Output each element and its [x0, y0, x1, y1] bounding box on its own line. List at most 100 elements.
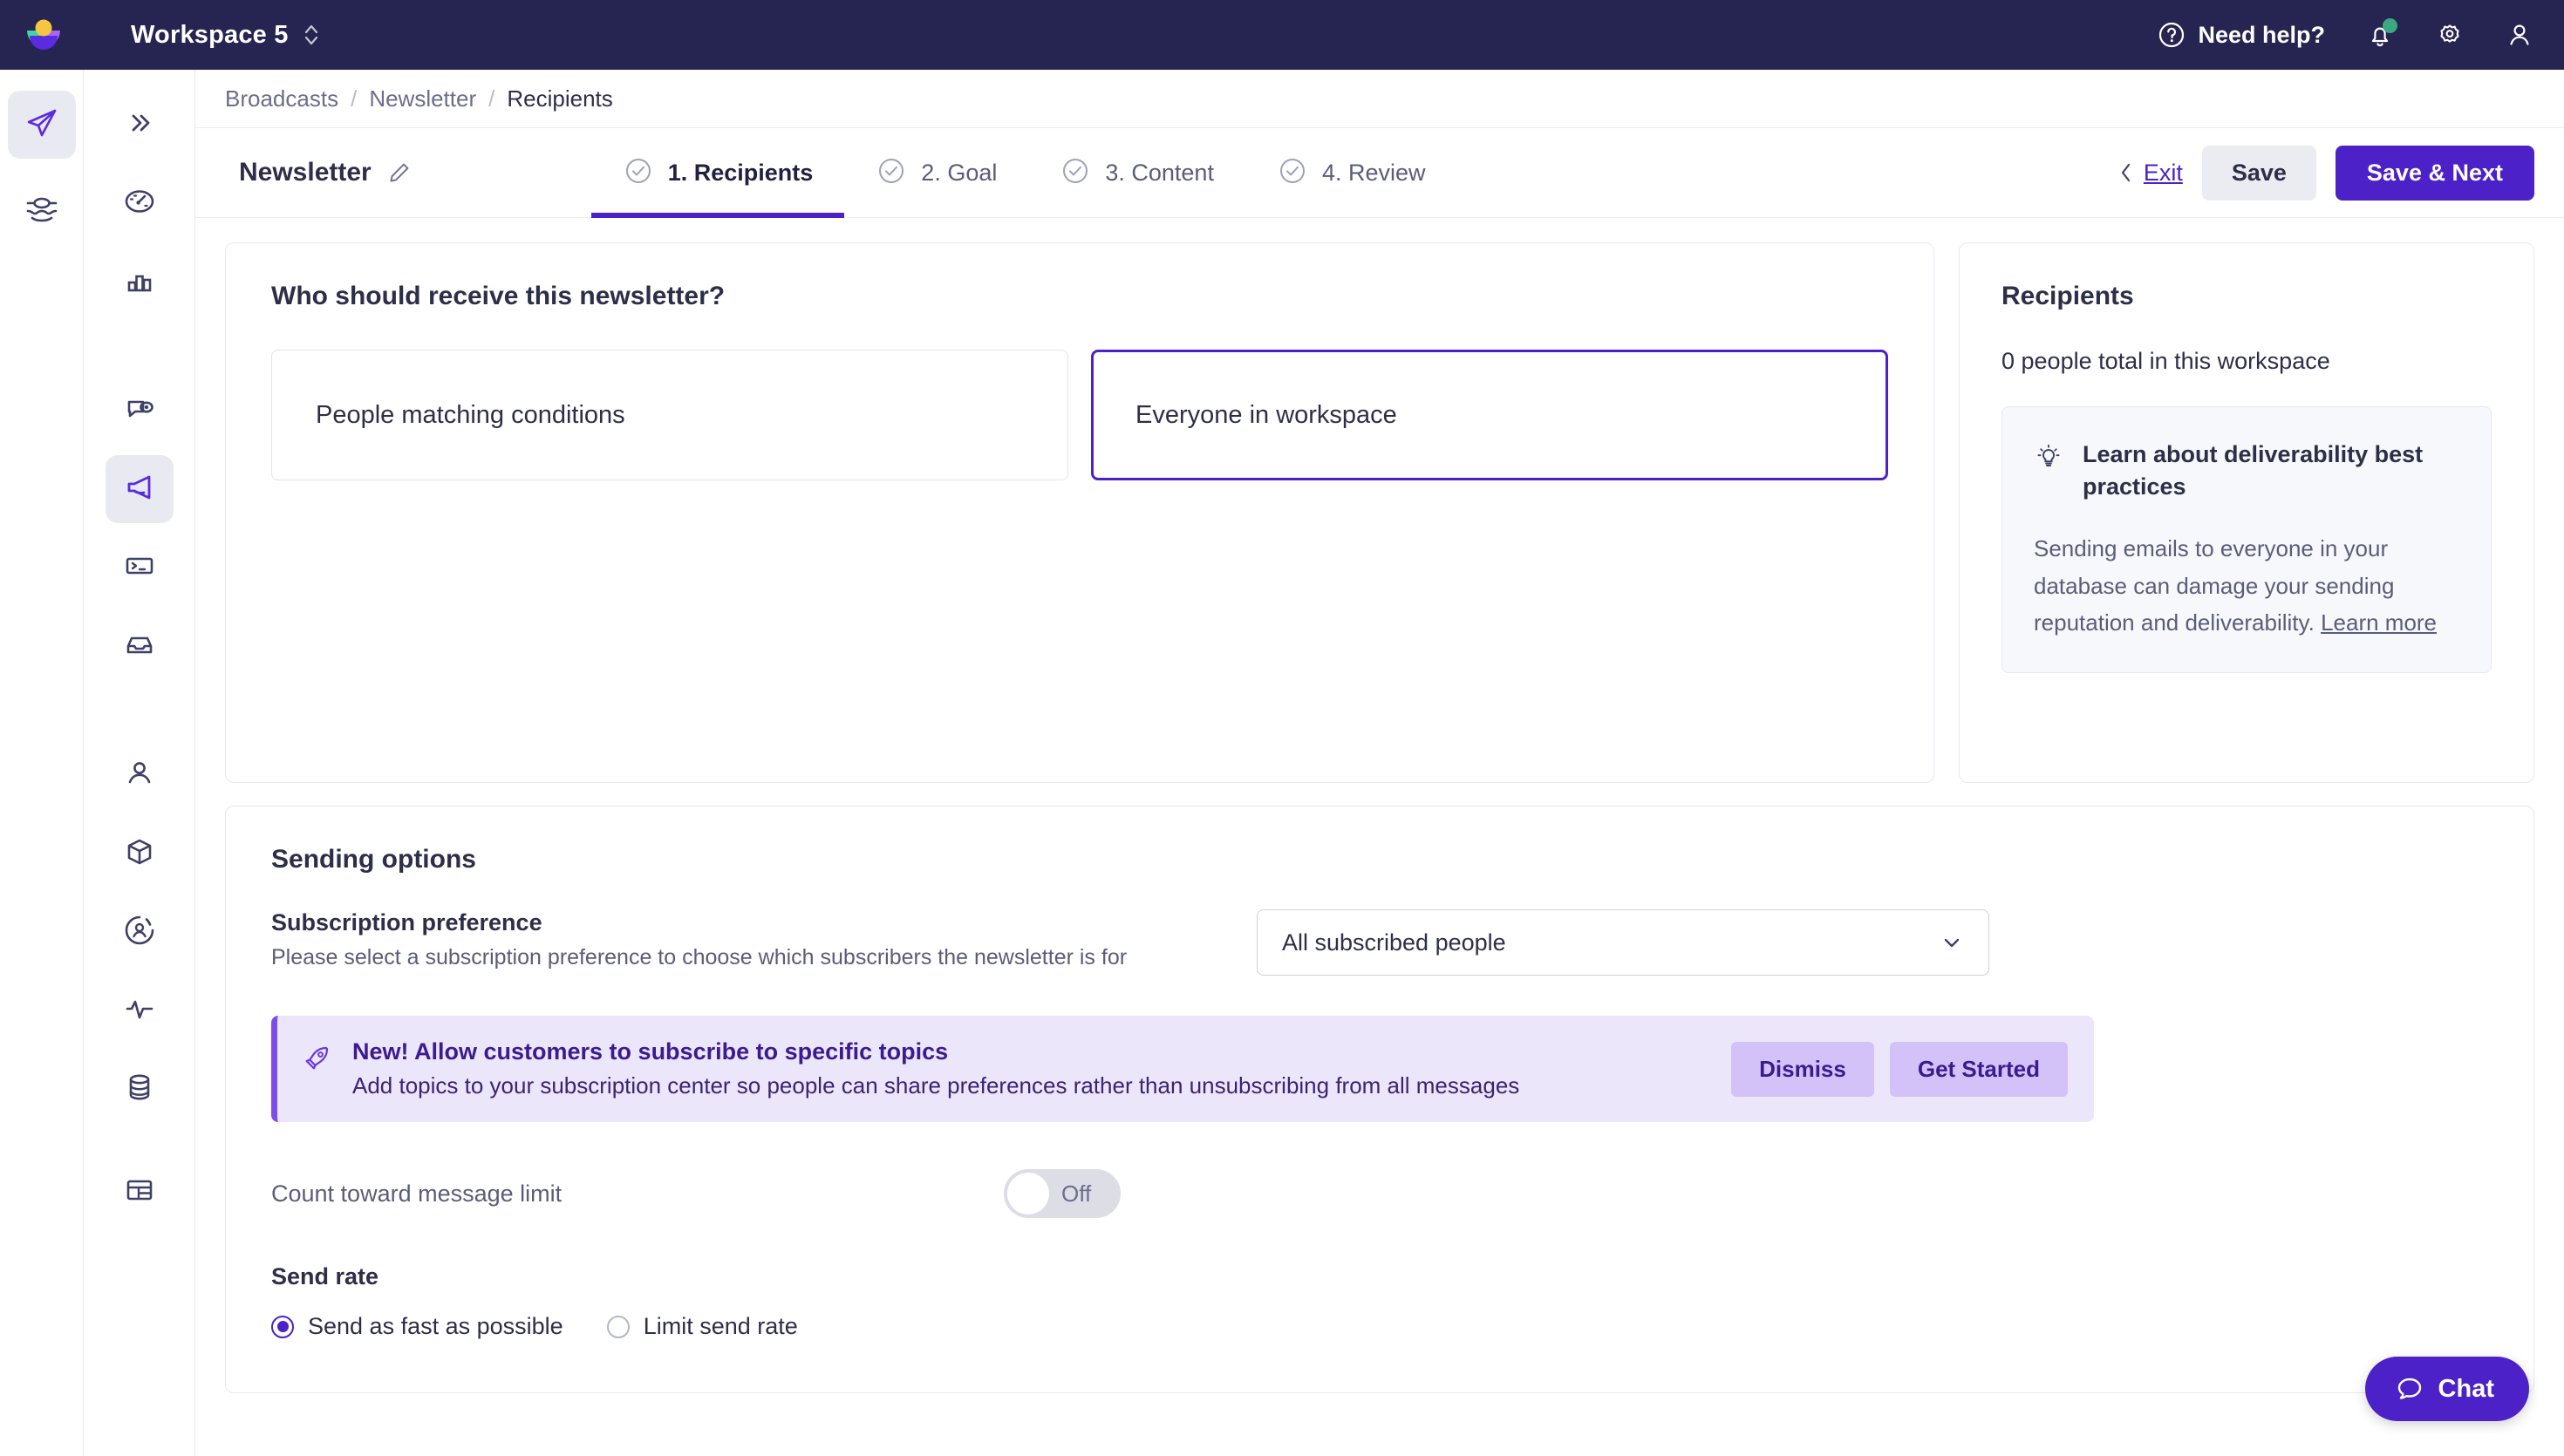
tab-content[interactable]: 3. Content	[1028, 128, 1245, 217]
subscription-preference-select[interactable]: All subscribed people	[1257, 909, 1989, 976]
recipient-choices: People matching conditions Everyone in w…	[271, 350, 1888, 480]
summary-title: Recipients	[2001, 282, 2134, 310]
breadcrumb-item-newsletter[interactable]: Newsletter	[369, 85, 476, 112]
pencil-icon[interactable]	[387, 160, 412, 185]
message-limit-row: Count toward message limit Off	[271, 1169, 2488, 1218]
account-button[interactable]	[2505, 20, 2534, 50]
breadcrumb-item-broadcasts[interactable]: Broadcasts	[225, 85, 338, 112]
subscription-preference-label: Subscription preference	[271, 909, 542, 936]
subscription-preference-value: All subscribed people	[1282, 929, 1506, 956]
tab-content-label: 3. Content	[1105, 159, 1214, 186]
gear-icon	[2440, 24, 2459, 43]
radio-label: Send as fast as possible	[308, 1313, 563, 1339]
person-icon	[121, 755, 158, 796]
rail-item-workspace-layout[interactable]	[106, 1158, 174, 1226]
rail-item-paper-plane[interactable]	[7, 91, 76, 159]
need-help-label: Need help?	[2198, 21, 2325, 48]
bar-chart-icon	[121, 262, 158, 303]
paper-plane-icon	[23, 104, 61, 146]
gauge-icon	[120, 182, 159, 225]
deliverability-tip: Learn about deliverability best practice…	[2001, 406, 2492, 673]
message-eye-icon	[120, 390, 159, 432]
rail-item-objects[interactable]	[106, 820, 174, 888]
tab-recipients-label: 1. Recipients	[667, 159, 814, 186]
page-title: Newsletter	[239, 158, 372, 187]
lightbulb-icon	[2034, 442, 2063, 472]
rail-item-terminal[interactable]	[106, 534, 174, 602]
rail-item-analytics[interactable]	[106, 248, 174, 316]
subscription-preference-row: Subscription preference Please select a …	[271, 909, 2488, 976]
wizard-bar: Newsletter 1. Recipients 2. Goal 3. Cont…	[195, 127, 2564, 218]
tab-recipients[interactable]: 1. Recipients	[590, 128, 845, 218]
summary-count: 0 people total in this workspace	[2001, 348, 2330, 374]
document-title: Newsletter	[239, 158, 412, 187]
check-circle-icon	[876, 155, 907, 191]
radio-send-as-fast-as-possible[interactable]: Send as fast as possible	[271, 1313, 563, 1340]
rail-item-dashboard[interactable]	[106, 169, 174, 237]
top-row: Who should receive this newsletter? Peop…	[225, 242, 2534, 783]
check-circle-icon	[1277, 155, 1308, 191]
save-and-next-button[interactable]: Save & Next	[2335, 145, 2534, 201]
exit-button[interactable]: Exit	[2117, 160, 2183, 187]
rail-item-collapse[interactable]	[106, 91, 174, 159]
app-logo[interactable]	[19, 10, 68, 59]
send-rate-section: Send rate Send as fast as possible Limit…	[271, 1263, 2488, 1340]
chat-label: Chat	[2438, 1374, 2494, 1403]
rail-item-segments[interactable]	[106, 898, 174, 966]
settings-button[interactable]	[2435, 20, 2465, 50]
exit-label: Exit	[2143, 159, 2183, 186]
toggle-knob	[1007, 1173, 1049, 1214]
rail-item-broadcasts[interactable]	[105, 455, 174, 523]
box-icon	[121, 833, 158, 874]
rail-item-activity[interactable]	[106, 976, 174, 1044]
breadcrumb: Broadcasts / Newsletter / Recipients	[195, 70, 2564, 127]
message-limit-label: Count toward message limit	[271, 1180, 563, 1207]
tab-goal[interactable]: 2. Goal	[844, 128, 1028, 217]
notification-badge	[2383, 18, 2397, 33]
need-help-button[interactable]: Need help?	[2158, 21, 2325, 49]
save-button[interactable]: Save	[2201, 145, 2316, 201]
layers-icon	[23, 191, 61, 234]
terminal-icon	[121, 548, 158, 589]
sending-options-card: Sending options Subscription preference …	[225, 806, 2534, 1393]
check-circle-icon	[623, 155, 654, 191]
learn-more-link[interactable]: Learn more	[2321, 609, 2437, 636]
radio-indicator	[271, 1315, 294, 1338]
question-circle-icon	[2158, 21, 2186, 49]
rail-item-data[interactable]	[106, 1055, 174, 1123]
megaphone-icon	[119, 467, 160, 512]
top-bar: Workspace 5 Need help?	[0, 0, 2564, 70]
rocket-icon	[302, 1044, 331, 1073]
choice-everyone-in-workspace[interactable]: Everyone in workspace	[1091, 350, 1888, 480]
tab-review-label: 4. Review	[1321, 159, 1426, 186]
database-icon	[121, 1069, 158, 1110]
dismiss-button[interactable]: Dismiss	[1731, 1041, 1874, 1097]
choice-label: Everyone in workspace	[1135, 400, 1397, 429]
sending-options-title: Sending options	[271, 845, 476, 874]
rail-item-layers[interactable]	[8, 178, 76, 246]
radio-indicator	[606, 1315, 630, 1338]
message-limit-toggle[interactable]: Off	[1004, 1169, 1121, 1218]
promo-text: New! Allow customers to subscribe to spe…	[352, 1038, 1707, 1099]
topics-promo-banner: New! Allow customers to subscribe to spe…	[271, 1016, 2094, 1122]
breadcrumb-separator-2: /	[488, 85, 495, 112]
rail-item-people[interactable]	[106, 741, 174, 809]
top-bar-actions: Need help?	[2158, 18, 2534, 50]
get-started-button[interactable]: Get Started	[1889, 1041, 2068, 1097]
choice-people-matching-conditions[interactable]: People matching conditions	[271, 350, 1068, 480]
recipients-summary-panel: Recipients 0 people total in this worksp…	[1959, 242, 2534, 783]
wizard-steps: 1. Recipients 2. Goal 3. Content 4. Revi…	[590, 128, 1457, 218]
app-frame: Broadcasts / Newsletter / Recipients New…	[0, 70, 2564, 1456]
radio-limit-send-rate[interactable]: Limit send rate	[606, 1313, 798, 1340]
workspace-switcher[interactable]: Workspace 5	[131, 21, 320, 50]
content-area: Who should receive this newsletter? Peop…	[195, 218, 2564, 1456]
secondary-rail	[84, 70, 195, 1456]
chat-widget-button[interactable]: Chat	[2364, 1357, 2529, 1421]
notifications-button[interactable]	[2365, 18, 2397, 50]
radio-label: Limit send rate	[643, 1313, 798, 1339]
chevrons-right-icon	[123, 106, 156, 144]
wizard-actions: Exit Save Save & Next	[2117, 145, 2534, 201]
rail-item-messages[interactable]	[106, 377, 174, 445]
tab-review[interactable]: 4. Review	[1245, 128, 1457, 217]
rail-item-inbox[interactable]	[106, 612, 174, 680]
